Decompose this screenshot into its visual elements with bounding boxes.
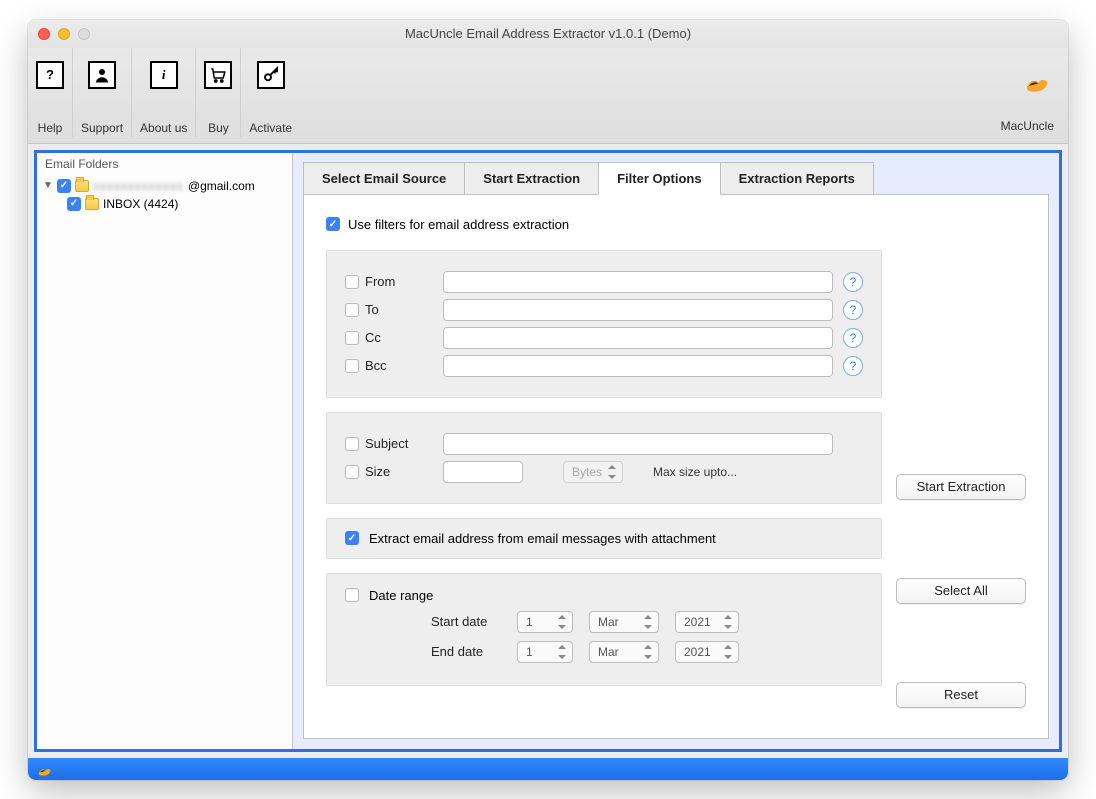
max-size-hint: Max size upto... [653, 465, 737, 479]
attachment-label: Extract email address from email message… [369, 531, 716, 546]
filter-panel: ✓ Use filters for email address extracti… [303, 194, 1049, 739]
start-date-label: Start date [431, 614, 501, 629]
toolbar-label: About us [140, 121, 187, 135]
toolbar-label: Help [38, 121, 63, 135]
help-icon[interactable]: ? [843, 300, 863, 320]
tab-select-source[interactable]: Select Email Source [303, 162, 465, 195]
tab-filter-options[interactable]: Filter Options [598, 162, 721, 195]
folder-label: INBOX (4424) [103, 197, 178, 211]
start-year-select[interactable]: 2021 [675, 611, 739, 633]
end-month-select[interactable]: Mar [589, 641, 659, 663]
tree-root-row[interactable]: ▼ ✓ xxxxxxxxxxxxx @gmail.com [43, 177, 286, 195]
start-extraction-button[interactable]: Start Extraction [896, 474, 1026, 500]
minimize-window-button[interactable] [58, 28, 70, 40]
app-window: MacUncle Email Address Extractor v1.0.1 … [28, 20, 1068, 780]
sidebar-title: Email Folders [37, 153, 292, 175]
side-buttons: Start Extraction Select All Reset [896, 217, 1026, 716]
subject-size-section: ✓ Subject ✓ Size Bytes Max size upto... [326, 412, 882, 504]
toolbar-item-about[interactable]: i About us [132, 48, 196, 137]
end-year-select[interactable]: 2021 [675, 641, 739, 663]
help-icon[interactable]: ? [843, 272, 863, 292]
toolbar-label: Support [81, 121, 123, 135]
brand-icon [1022, 66, 1050, 94]
subject-input[interactable] [443, 433, 833, 455]
tab-bar: Select Email Source Start Extraction Fil… [293, 153, 1059, 194]
help-icon[interactable]: ? [843, 356, 863, 376]
toolbar-item-buy[interactable]: Buy [196, 48, 241, 137]
brand-area: MacUncle [1001, 48, 1068, 137]
toolbar-item-activate[interactable]: Activate [241, 48, 300, 137]
disclosure-triangle-icon[interactable]: ▼ [43, 180, 53, 191]
info-icon: i [150, 61, 178, 89]
use-filters-checkbox[interactable]: ✓ [326, 217, 340, 231]
date-range-checkbox[interactable]: ✓ [345, 588, 359, 602]
reset-button[interactable]: Reset [896, 682, 1026, 708]
tab-extraction-reports[interactable]: Extraction Reports [720, 162, 874, 195]
checkbox[interactable]: ✓ [67, 197, 81, 211]
select-all-button[interactable]: Select All [896, 578, 1026, 604]
close-window-button[interactable] [38, 28, 50, 40]
start-day-select[interactable]: 1 [517, 611, 573, 633]
window-title: MacUncle Email Address Extractor v1.0.1 … [405, 26, 691, 41]
help-icon[interactable]: ? [843, 328, 863, 348]
account-suffix: @gmail.com [188, 179, 255, 193]
toolbar-item-help[interactable]: ? Help [28, 48, 73, 137]
status-bar [28, 758, 1068, 780]
sidebar: Email Folders ▼ ✓ xxxxxxxxxxxxx @gmail.co… [37, 153, 293, 749]
use-filters-row: ✓ Use filters for email address extracti… [326, 217, 882, 232]
size-label: Size [365, 464, 429, 479]
cart-icon [204, 61, 232, 89]
checkbox[interactable]: ✓ [57, 179, 71, 193]
status-brand-icon [36, 761, 52, 777]
use-filters-label: Use filters for email address extraction [348, 217, 569, 232]
end-date-label: End date [431, 644, 501, 659]
support-icon [88, 61, 116, 89]
to-input[interactable] [443, 299, 833, 321]
subject-label: Subject [365, 436, 429, 451]
account-name-obscured: xxxxxxxxxxxxx [93, 179, 184, 193]
tree-child-row[interactable]: ✓ INBOX (4424) [43, 195, 286, 213]
main-pane: Select Email Source Start Extraction Fil… [293, 153, 1059, 749]
date-range-section: ✓ Date range Start date 1 Mar 2021 End d… [326, 573, 882, 686]
key-icon [257, 61, 285, 89]
cc-input[interactable] [443, 327, 833, 349]
attachment-section: ✓ Extract email address from email messa… [326, 518, 882, 559]
cc-label: Cc [365, 330, 429, 345]
size-unit-select[interactable]: Bytes [563, 461, 623, 483]
folder-tree: ▼ ✓ xxxxxxxxxxxxx @gmail.com ✓ INBOX (442… [37, 175, 292, 215]
toolbar-label: Activate [249, 121, 292, 135]
toolbar-label: Buy [208, 121, 229, 135]
content: Email Folders ▼ ✓ xxxxxxxxxxxxx @gmail.co… [28, 144, 1068, 758]
date-range-label: Date range [369, 588, 433, 603]
help-icon: ? [36, 61, 64, 89]
folder-icon [85, 198, 99, 210]
from-label: From [365, 274, 429, 289]
zoom-window-button[interactable] [78, 28, 90, 40]
from-input[interactable] [443, 271, 833, 293]
to-label: To [365, 302, 429, 317]
from-checkbox[interactable]: ✓ [345, 275, 359, 289]
tab-start-extraction[interactable]: Start Extraction [464, 162, 599, 195]
size-input[interactable] [443, 461, 523, 483]
brand-label: MacUncle [1001, 119, 1054, 133]
address-filters-section: ✓ From ? ✓ To ? ✓ Cc [326, 250, 882, 398]
bcc-label: Bcc [365, 358, 429, 373]
to-checkbox[interactable]: ✓ [345, 303, 359, 317]
window-controls [38, 28, 90, 40]
end-day-select[interactable]: 1 [517, 641, 573, 663]
size-checkbox[interactable]: ✓ [345, 465, 359, 479]
toolbar-item-support[interactable]: Support [73, 48, 132, 137]
toolbar: ? Help Support i About us Buy Activate [28, 48, 1068, 144]
cc-checkbox[interactable]: ✓ [345, 331, 359, 345]
bcc-checkbox[interactable]: ✓ [345, 359, 359, 373]
subject-checkbox[interactable]: ✓ [345, 437, 359, 451]
bcc-input[interactable] [443, 355, 833, 377]
attachment-checkbox[interactable]: ✓ [345, 531, 359, 545]
start-month-select[interactable]: Mar [589, 611, 659, 633]
folder-icon [75, 180, 89, 192]
titlebar: MacUncle Email Address Extractor v1.0.1 … [28, 20, 1068, 48]
content-frame: Email Folders ▼ ✓ xxxxxxxxxxxxx @gmail.co… [34, 150, 1062, 752]
